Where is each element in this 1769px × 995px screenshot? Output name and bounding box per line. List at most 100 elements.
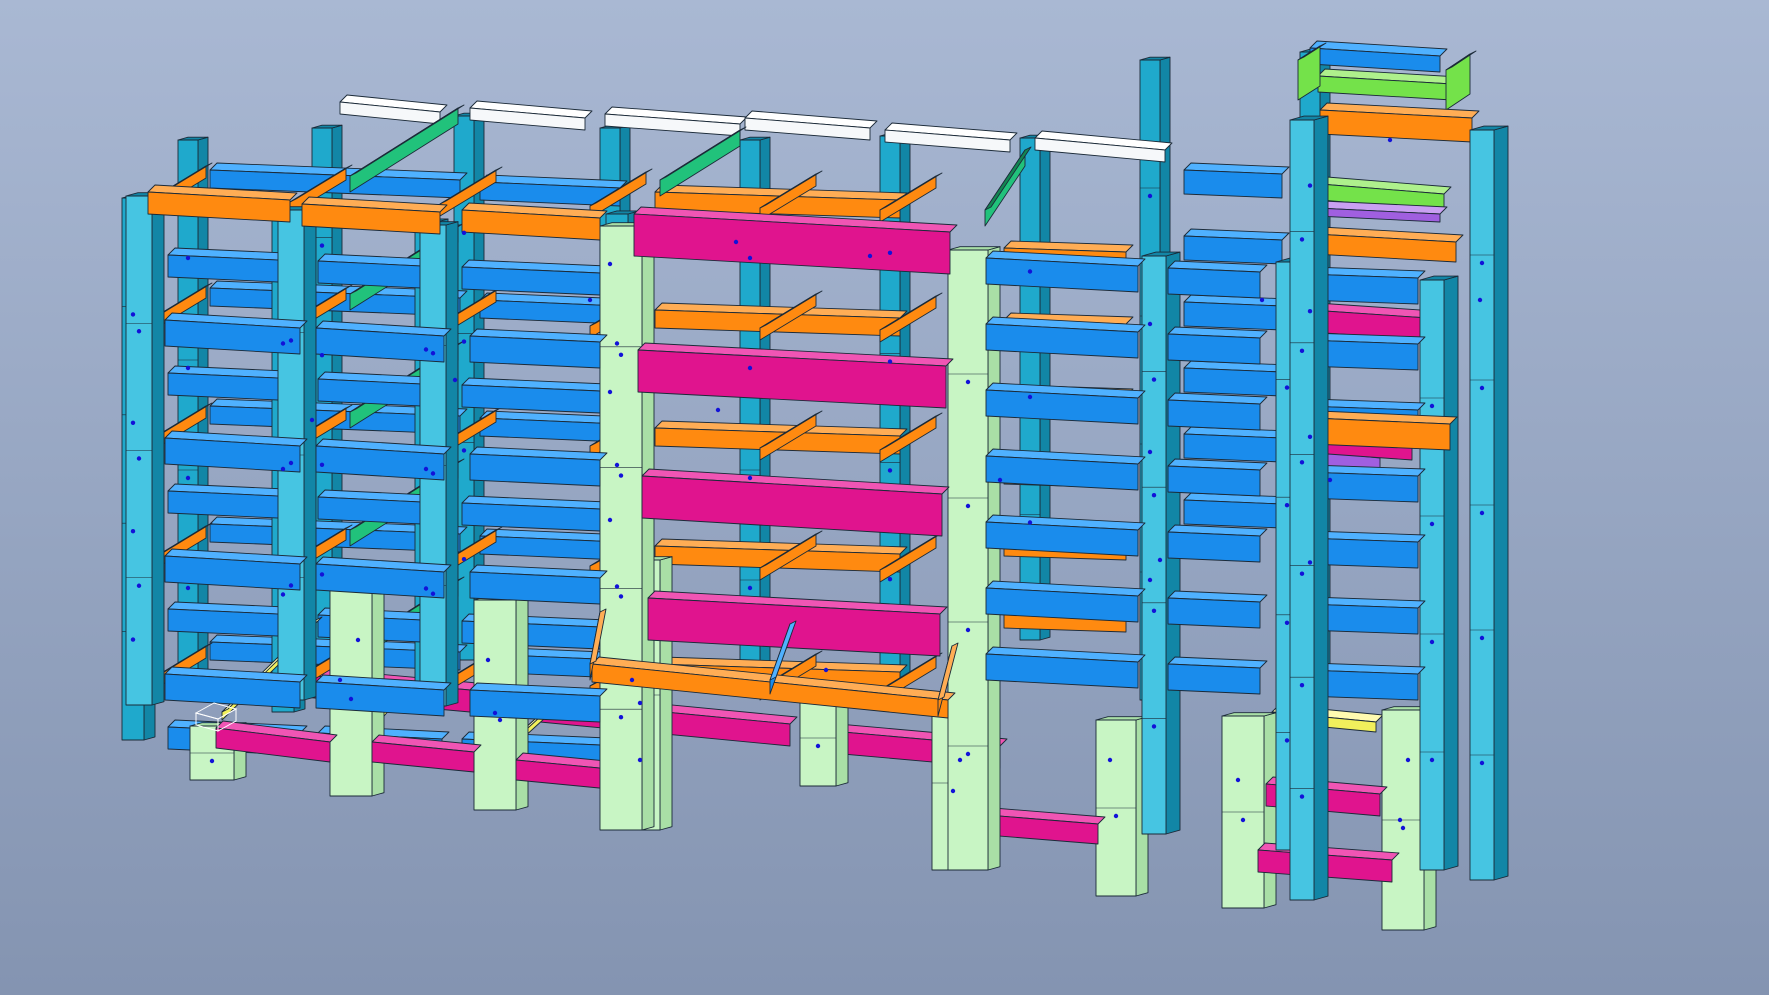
right-blue-beam-b-0[interactable] [1167, 267, 1261, 299]
node-dot [130, 312, 136, 317]
node-dot [1307, 434, 1313, 439]
node-dot [823, 667, 829, 673]
node-dot [1147, 321, 1153, 327]
node-dot [965, 627, 971, 633]
node-dot [1479, 260, 1485, 266]
right-blue-beam-b-2[interactable] [1167, 399, 1261, 431]
node-dot [957, 757, 963, 763]
node-dot [1151, 377, 1157, 382]
node-dot [1157, 557, 1163, 563]
node-dot [185, 365, 191, 371]
tower-column-right-side[interactable] [1493, 125, 1509, 881]
node-dot [1107, 757, 1113, 763]
node-dot [280, 592, 286, 597]
node-dot [1400, 825, 1406, 831]
node-dot [618, 594, 624, 599]
mint-column-center-left-side[interactable] [641, 222, 655, 831]
node-dot [618, 715, 624, 720]
node-dot [587, 297, 593, 303]
node-dot [747, 255, 753, 261]
node-dot [1397, 817, 1403, 823]
node-dot [461, 339, 467, 344]
near-column-0-side[interactable] [151, 192, 165, 706]
node-dot [288, 338, 294, 343]
node-dot [423, 466, 429, 472]
node-dot [1429, 521, 1435, 527]
node-dot [355, 637, 361, 643]
node-dot [887, 468, 893, 473]
node-dot [1235, 777, 1241, 783]
tower-orange-beam-0[interactable] [1311, 417, 1451, 451]
mint-pier-7-side[interactable] [1263, 712, 1277, 909]
right-blue-beam-b-6[interactable] [1167, 663, 1261, 695]
right-near-column-2[interactable] [1419, 279, 1445, 871]
near-column-2-side[interactable] [445, 221, 459, 707]
node-dot [887, 577, 893, 582]
node-dot [747, 585, 753, 591]
node-dot [452, 377, 458, 383]
node-dot [1429, 639, 1435, 645]
tower-column-left[interactable] [1289, 119, 1315, 901]
node-dot [887, 359, 893, 364]
near-blue-beam-c-2[interactable] [469, 571, 601, 605]
node-dot [309, 417, 315, 423]
right-near-column-0[interactable] [1141, 255, 1167, 835]
node-dot [136, 329, 142, 334]
node-dot [288, 583, 294, 588]
right-bay-blue-beam-2[interactable] [1183, 301, 1283, 331]
right-bay-blue-beam-5[interactable] [1183, 499, 1283, 529]
node-dot [1479, 510, 1485, 516]
node-dot [497, 717, 503, 723]
node-dot [1284, 620, 1290, 625]
mint-column-center-left[interactable] [599, 225, 643, 831]
node-dot [185, 255, 191, 261]
node-dot [1429, 403, 1435, 409]
node-dot [614, 584, 620, 589]
mint-column-center-right[interactable] [947, 249, 989, 871]
right-blue-beam-b-1[interactable] [1167, 333, 1261, 365]
node-dot [1327, 477, 1333, 483]
node-dot [607, 389, 613, 395]
right-bay-blue-beam-1[interactable] [1183, 235, 1283, 265]
right-near-column-2-side[interactable] [1443, 275, 1459, 871]
node-dot [607, 261, 613, 267]
green-depth-beam-top-2-top[interactable] [659, 126, 747, 181]
node-dot [430, 591, 436, 596]
right-blue-beam-b-5[interactable] [1167, 597, 1261, 629]
node-dot [614, 462, 620, 468]
node-dot [614, 341, 620, 346]
right-bay-blue-beam-3[interactable] [1183, 367, 1283, 397]
node-dot [1147, 577, 1153, 583]
right-blue-beam-b-4[interactable] [1167, 531, 1261, 563]
structure-3d-model[interactable] [0, 0, 1769, 995]
node-dot [1307, 560, 1313, 565]
node-dot [1479, 760, 1485, 766]
right-bay-blue-beam-4[interactable] [1183, 433, 1283, 463]
node-dot [618, 473, 624, 478]
near-blue-beam-c-1[interactable] [469, 453, 601, 487]
near-blue-beam-c-3[interactable] [469, 689, 601, 723]
node-dot [747, 475, 753, 481]
node-dot [715, 407, 721, 413]
model-viewport[interactable] [0, 0, 1769, 995]
node-dot [629, 677, 635, 683]
right-blue-beam-b-3[interactable] [1167, 465, 1261, 497]
node-dot [1299, 237, 1305, 242]
node-dot [1027, 269, 1033, 274]
tower-column-left-side[interactable] [1313, 115, 1329, 901]
node-dot [1151, 493, 1157, 498]
node-dot [618, 352, 624, 357]
node-dot [887, 250, 893, 255]
near-column-1-side[interactable] [303, 206, 317, 701]
right-bay-blue-beam-0[interactable] [1183, 169, 1283, 199]
far-column-5-side[interactable] [899, 132, 911, 681]
node-dot [1387, 137, 1393, 143]
node-dot [867, 253, 873, 259]
node-dot [1299, 794, 1305, 799]
node-dot [130, 420, 136, 425]
node-dot [1299, 682, 1305, 688]
node-dot [1299, 460, 1305, 465]
near-blue-beam-c-0[interactable] [469, 335, 601, 369]
node-dot [288, 460, 294, 466]
node-dot [185, 475, 191, 481]
